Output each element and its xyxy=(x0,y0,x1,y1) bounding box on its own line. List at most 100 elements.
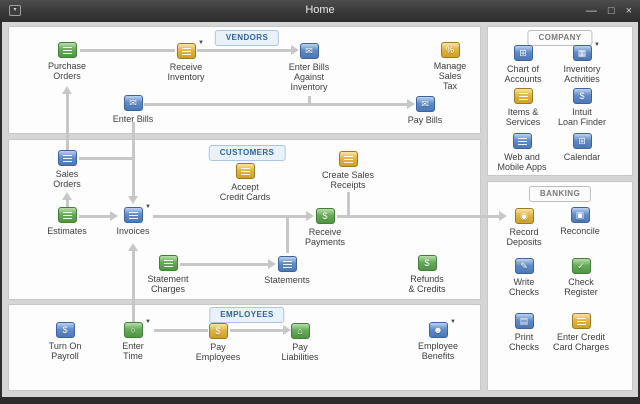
enter-time-icon[interactable]: ○ xyxy=(123,322,143,338)
item-accept-credit-cards[interactable]: Accept Credit Cards xyxy=(203,163,287,202)
item-pay-bills[interactable]: ✉ Pay Bills xyxy=(383,96,467,125)
item-sales-orders[interactable]: Sales Orders xyxy=(25,150,109,189)
print-checks-icon[interactable]: ▤ xyxy=(514,313,534,329)
calendar-icon[interactable]: ⊞ xyxy=(572,133,592,149)
intuit-loan-finder-label: Intuit Loan Finder xyxy=(557,107,607,127)
quickbooks-home-window: ▾ Home — □ × VENDORS CUSTOMERS EMPLOYEES CO… xyxy=(0,0,640,404)
create-sales-receipts-label: Create Sales Receipts xyxy=(321,170,375,190)
item-receive-payments[interactable]: $ Receive Payments xyxy=(283,208,367,247)
receive-inventory-dropdown-caret-icon[interactable]: ▼ xyxy=(198,40,204,46)
intuit-loan-finder-icon[interactable]: $ xyxy=(572,88,592,104)
item-invoices[interactable]: ▼ Invoices xyxy=(91,204,175,236)
accept-credit-cards-label: Accept Credit Cards xyxy=(219,182,271,202)
enter-time-glyph: ○ xyxy=(130,325,136,335)
employee-benefits-dropdown-caret-icon[interactable]: ▼ xyxy=(450,319,456,325)
pay-bills-glyph: ✉ xyxy=(421,99,429,109)
inventory-activities-icon[interactable]: ▦ xyxy=(572,45,592,61)
employee-benefits-icon[interactable]: ☻ xyxy=(428,322,448,338)
print-checks-glyph: ▤ xyxy=(519,316,529,326)
statements-label: Statements xyxy=(264,275,310,285)
refunds-credits-glyph: $ xyxy=(424,258,430,268)
check-register-label: Check Register xyxy=(564,277,598,297)
write-checks-icon[interactable]: ✎ xyxy=(514,258,534,274)
invoices-dropdown-caret-icon[interactable]: ▼ xyxy=(145,204,151,210)
sales-orders-icon[interactable] xyxy=(57,150,77,166)
receive-inventory-icon[interactable] xyxy=(176,43,196,59)
record-deposits-icon[interactable]: ◉ xyxy=(514,208,534,224)
reconcile-icon[interactable]: ▣ xyxy=(570,207,590,223)
turn-on-payroll-glyph: $ xyxy=(62,325,68,335)
item-statements[interactable]: Statements xyxy=(245,256,329,285)
item-manage-sales-tax[interactable]: % Manage Sales Tax xyxy=(408,42,492,91)
enter-bills-against-inventory-label: Enter Bills Against Inventory xyxy=(288,62,330,92)
item-reconcile[interactable]: ▣ Reconcile xyxy=(538,207,622,236)
item-statement-charges[interactable]: Statement Charges xyxy=(126,255,210,294)
flow-line xyxy=(308,96,311,104)
pay-employees-glyph: $ xyxy=(215,326,221,336)
item-enter-credit-card-charges[interactable]: Enter Credit Card Charges xyxy=(539,313,623,352)
section-label-company: COMPANY xyxy=(527,30,593,46)
enter-credit-card-charges-icon[interactable] xyxy=(571,313,591,329)
enter-bills-against-inventory-icon[interactable]: ✉ xyxy=(299,43,319,59)
check-register-icon[interactable]: ✓ xyxy=(571,258,591,274)
chart-of-accounts-icon[interactable]: ⊞ xyxy=(513,45,533,61)
enter-time-label: Enter Time xyxy=(122,341,144,361)
statement-charges-icon[interactable] xyxy=(158,255,178,271)
purchase-orders-icon[interactable] xyxy=(57,42,77,58)
pay-liabilities-icon[interactable]: ⌂ xyxy=(290,323,310,339)
pay-employees-label: Pay Employees xyxy=(195,342,241,362)
invoices-icon[interactable] xyxy=(123,207,143,223)
web-and-mobile-apps-icon[interactable] xyxy=(512,133,532,149)
reconcile-glyph: ▣ xyxy=(575,210,585,220)
item-create-sales-receipts[interactable]: Create Sales Receipts xyxy=(306,151,390,190)
inventory-activities-glyph: ▦ xyxy=(577,48,587,58)
estimates-icon[interactable] xyxy=(57,207,77,223)
sales-orders-label: Sales Orders xyxy=(53,169,81,189)
item-pay-employees[interactable]: $ Pay Employees xyxy=(176,323,260,362)
item-employee-benefits[interactable]: ☻ ▼ Employee Benefits xyxy=(396,319,480,361)
employee-benefits-label: Employee Benefits xyxy=(417,341,459,361)
item-inventory-activities[interactable]: ▦ ▼ Inventory Activities xyxy=(540,42,624,84)
pay-bills-label: Pay Bills xyxy=(407,115,443,125)
items-services-icon[interactable] xyxy=(513,88,533,104)
flow-line xyxy=(144,103,407,106)
statements-icon[interactable] xyxy=(277,256,297,272)
chart-of-accounts-glyph: ⊞ xyxy=(519,48,527,58)
enter-bills-glyph: ✉ xyxy=(129,98,137,108)
refunds-credits-icon[interactable]: $ xyxy=(417,255,437,271)
manage-sales-tax-icon[interactable]: % xyxy=(440,42,460,58)
receive-payments-label: Receive Payments xyxy=(304,227,346,247)
pay-bills-icon[interactable]: ✉ xyxy=(415,96,435,112)
inventory-activities-label: Inventory Activities xyxy=(563,64,601,84)
check-register-glyph: ✓ xyxy=(577,261,585,271)
enter-bills-against-inventory-glyph: ✉ xyxy=(305,46,313,56)
inventory-activities-dropdown-caret-icon[interactable]: ▼ xyxy=(594,42,600,48)
item-purchase-orders[interactable]: Purchase Orders xyxy=(25,42,109,81)
manage-sales-tax-glyph: % xyxy=(445,45,454,55)
flow-arrowhead-up-icon xyxy=(62,86,72,94)
turn-on-payroll-icon[interactable]: $ xyxy=(55,322,75,338)
item-enter-time[interactable]: ○ ▼ Enter Time xyxy=(91,319,175,361)
enter-bills-icon[interactable]: ✉ xyxy=(123,95,143,111)
receive-payments-icon[interactable]: $ xyxy=(315,208,335,224)
pay-employees-icon[interactable]: $ xyxy=(208,323,228,339)
item-intuit-loan-finder[interactable]: $ Intuit Loan Finder xyxy=(540,88,624,127)
item-refunds-credits[interactable]: $ Refunds & Credits xyxy=(385,255,469,294)
create-sales-receipts-icon[interactable] xyxy=(338,151,358,167)
item-pay-liabilities[interactable]: ⌂ Pay Liabilities xyxy=(258,323,342,362)
item-calendar[interactable]: ⊞ Calendar xyxy=(540,133,624,162)
section-label-banking: BANKING xyxy=(528,186,592,202)
item-enter-bills[interactable]: ✉ Enter Bills xyxy=(91,95,175,124)
item-receive-inventory[interactable]: ▼ Receive Inventory xyxy=(144,40,228,82)
employee-benefits-glyph: ☻ xyxy=(433,325,443,335)
item-check-register[interactable]: ✓ Check Register xyxy=(539,258,623,297)
section-label-employees: EMPLOYEES xyxy=(209,307,285,323)
enter-time-dropdown-caret-icon[interactable]: ▼ xyxy=(145,319,151,325)
enter-bills-label: Enter Bills xyxy=(112,114,154,124)
flow-line xyxy=(66,94,69,150)
accept-credit-cards-icon[interactable] xyxy=(235,163,255,179)
invoices-label: Invoices xyxy=(116,226,150,236)
enter-credit-card-charges-label: Enter Credit Card Charges xyxy=(552,332,610,352)
item-enter-bills-against-inventory[interactable]: ✉ Enter Bills Against Inventory xyxy=(267,43,351,92)
statement-charges-label: Statement Charges xyxy=(147,274,189,294)
